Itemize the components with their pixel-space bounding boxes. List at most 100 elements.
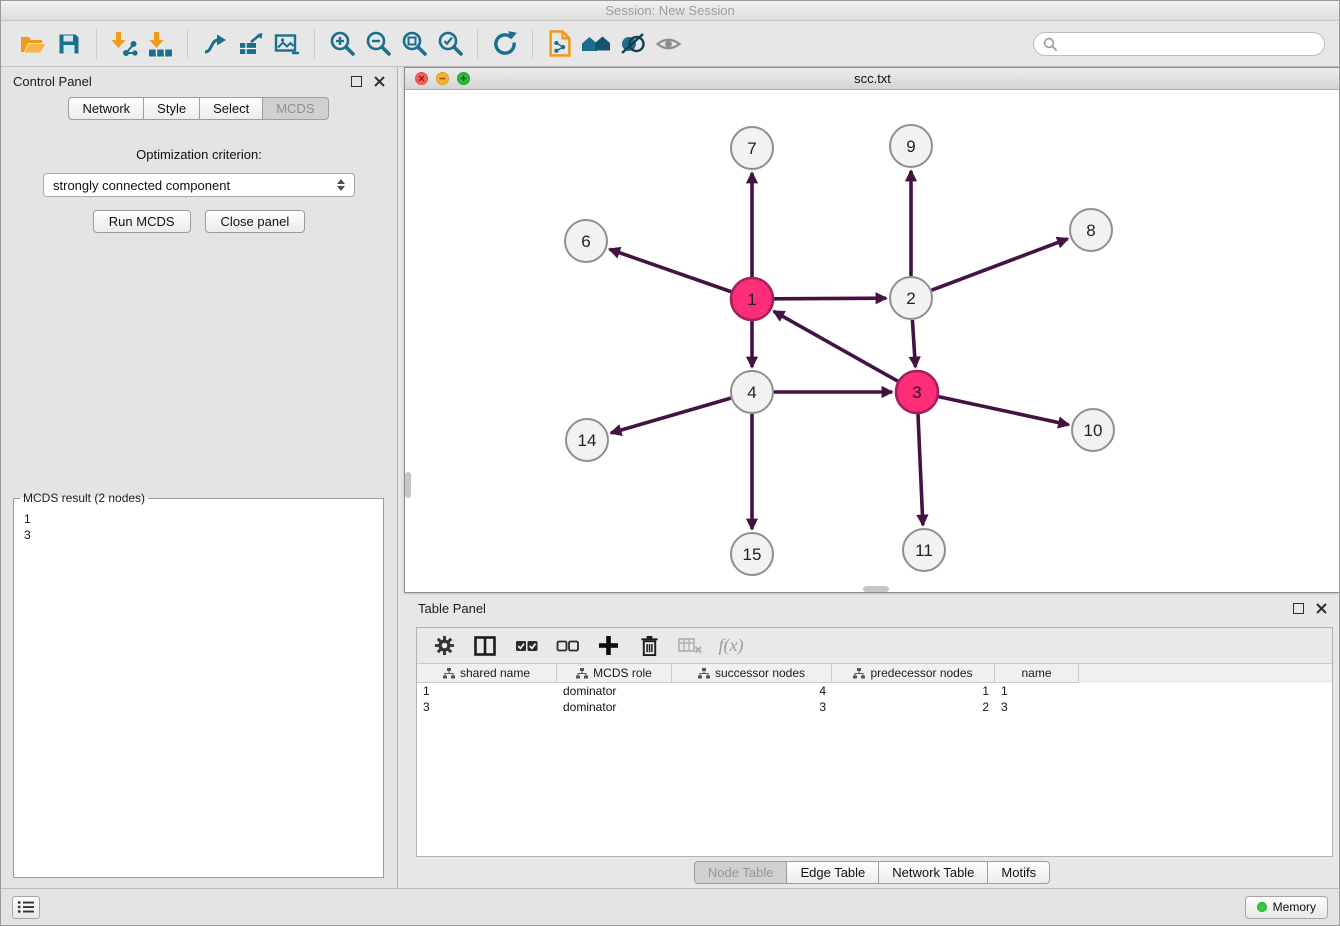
column-header-successor-nodes[interactable]: successor nodes	[672, 664, 832, 683]
optimization-criterion-select[interactable]: strongly connected component	[43, 173, 355, 197]
cell-mcds-role[interactable]: dominator	[557, 683, 672, 699]
graph-node-10[interactable]: 10	[1072, 409, 1114, 451]
zoom-fit-button[interactable]	[396, 26, 432, 62]
float-table-panel-icon[interactable]	[1293, 603, 1304, 614]
table-panel-title: Table Panel	[418, 601, 486, 616]
cell-successor-nodes[interactable]: 3	[672, 699, 832, 715]
graph-edge-2-8[interactable]	[932, 239, 1068, 290]
graph-edge-4-14[interactable]	[611, 398, 731, 433]
tab-motifs[interactable]: Motifs	[987, 861, 1050, 884]
table-row[interactable]: 3 dominator 3 2 3	[417, 699, 1332, 715]
vertical-scrollbar[interactable]	[405, 472, 411, 498]
network-window-titlebar[interactable]: scc.txt	[405, 68, 1340, 90]
graph-node-7[interactable]: 7	[731, 127, 773, 169]
task-history-button[interactable]	[12, 896, 40, 919]
graph-node-1[interactable]: 1	[731, 278, 773, 320]
refresh-button[interactable]	[487, 26, 523, 62]
graph-node-3[interactable]: 3	[896, 371, 938, 413]
zoom-window-button[interactable]	[457, 72, 470, 85]
show-columns-button[interactable]	[472, 633, 498, 659]
graph-node-14[interactable]: 14	[566, 419, 608, 461]
cell-name[interactable]: 3	[995, 699, 1079, 715]
tab-select[interactable]: Select	[199, 97, 263, 120]
tab-label: Style	[157, 101, 186, 116]
table-settings-button[interactable]	[431, 633, 457, 659]
add-column-button[interactable]	[595, 633, 621, 659]
graph-node-15[interactable]: 15	[731, 533, 773, 575]
run-mcds-button[interactable]: Run MCDS	[93, 210, 191, 233]
show-details-button[interactable]	[650, 26, 686, 62]
tab-node-table[interactable]: Node Table	[694, 861, 788, 884]
tab-style[interactable]: Style	[143, 97, 200, 120]
horizontal-scrollbar[interactable]	[863, 586, 889, 592]
memory-button[interactable]: Memory	[1245, 896, 1328, 919]
select-all-button[interactable]	[513, 633, 539, 659]
tab-edge-table[interactable]: Edge Table	[786, 861, 879, 884]
window-titlebar[interactable]: Session: New Session	[1, 1, 1339, 21]
zoom-selected-button[interactable]	[432, 26, 468, 62]
column-header-mcds-role[interactable]: MCDS role	[557, 664, 672, 683]
close-panel-button[interactable]: Close panel	[205, 210, 306, 233]
style-venn-button[interactable]	[614, 26, 650, 62]
open-session-button[interactable]	[15, 26, 51, 62]
column-label: name	[1021, 666, 1051, 680]
network-file-button[interactable]	[542, 26, 578, 62]
network-canvas[interactable]: 7 9 6 8 1 2 4 3 14 10 15 11	[405, 90, 1340, 592]
column-label: predecessor nodes	[870, 666, 972, 680]
cell-successor-nodes[interactable]: 4	[672, 683, 832, 699]
graph-node-11[interactable]: 11	[903, 529, 945, 571]
graph-edge-3-1[interactable]	[774, 311, 898, 381]
column-header-shared-name[interactable]: shared name	[417, 664, 557, 683]
tab-network[interactable]: Network	[68, 97, 144, 120]
network-graph[interactable]: 7 9 6 8 1 2 4 3 14 10 15 11	[405, 90, 1340, 592]
tab-mcds[interactable]: MCDS	[262, 97, 328, 120]
cell-mcds-role[interactable]: dominator	[557, 699, 672, 715]
zoom-in-button[interactable]	[324, 26, 360, 62]
cell-predecessor-nodes[interactable]: 1	[832, 683, 995, 699]
close-window-button[interactable]	[415, 72, 428, 85]
tab-network-table[interactable]: Network Table	[878, 861, 988, 884]
network-view-window: scc.txt 7 9 6 8 1 2 4 3 14 10 15 11	[404, 67, 1340, 593]
save-session-button[interactable]	[51, 26, 87, 62]
new-network-button[interactable]	[197, 26, 233, 62]
search-field[interactable]	[1033, 32, 1325, 56]
column-header-predecessor-nodes[interactable]: predecessor nodes	[832, 664, 995, 683]
network-window-title: scc.txt	[405, 71, 1340, 86]
delete-column-button[interactable]	[636, 633, 662, 659]
zoom-out-button[interactable]	[360, 26, 396, 62]
search-input[interactable]	[1063, 37, 1315, 51]
deselect-all-button[interactable]	[554, 633, 580, 659]
graph-node-6[interactable]: 6	[565, 220, 607, 262]
minimize-window-button[interactable]	[436, 72, 449, 85]
table-row[interactable]: 1 dominator 4 1 1	[417, 683, 1332, 699]
graph-edge-1-2[interactable]	[774, 298, 886, 299]
close-panel-icon[interactable]	[374, 76, 385, 87]
mcds-result-list[interactable]: 1 3	[16, 509, 381, 875]
cell-shared-name[interactable]: 3	[417, 699, 557, 715]
new-table-button[interactable]	[233, 26, 269, 62]
export-image-button[interactable]	[269, 26, 305, 62]
column-sort-icon	[576, 668, 588, 679]
function-builder-button[interactable]: f(x)	[718, 633, 744, 659]
first-neighbors-button[interactable]	[578, 26, 614, 62]
graph-node-8[interactable]: 8	[1070, 209, 1112, 251]
delete-table-button[interactable]	[677, 633, 703, 659]
graph-edge-2-3[interactable]	[912, 320, 915, 367]
import-network-button[interactable]	[106, 26, 142, 62]
table-panel-header: Table Panel	[404, 595, 1340, 621]
zoom-selected-icon	[437, 30, 464, 57]
graph-edge-3-11[interactable]	[918, 414, 923, 525]
float-panel-icon[interactable]	[351, 76, 362, 87]
import-table-button[interactable]	[142, 26, 178, 62]
mcds-result-title: MCDS result (2 nodes)	[20, 491, 148, 505]
graph-node-9[interactable]: 9	[890, 125, 932, 167]
graph-node-4[interactable]: 4	[731, 371, 773, 413]
close-table-panel-icon[interactable]	[1316, 603, 1327, 614]
graph-edge-1-6[interactable]	[610, 249, 732, 291]
cell-name[interactable]: 1	[995, 683, 1079, 699]
graph-edge-3-10[interactable]	[939, 397, 1069, 425]
cell-predecessor-nodes[interactable]: 2	[832, 699, 995, 715]
column-header-name[interactable]: name	[995, 664, 1079, 683]
cell-shared-name[interactable]: 1	[417, 683, 557, 699]
graph-node-2[interactable]: 2	[890, 277, 932, 319]
